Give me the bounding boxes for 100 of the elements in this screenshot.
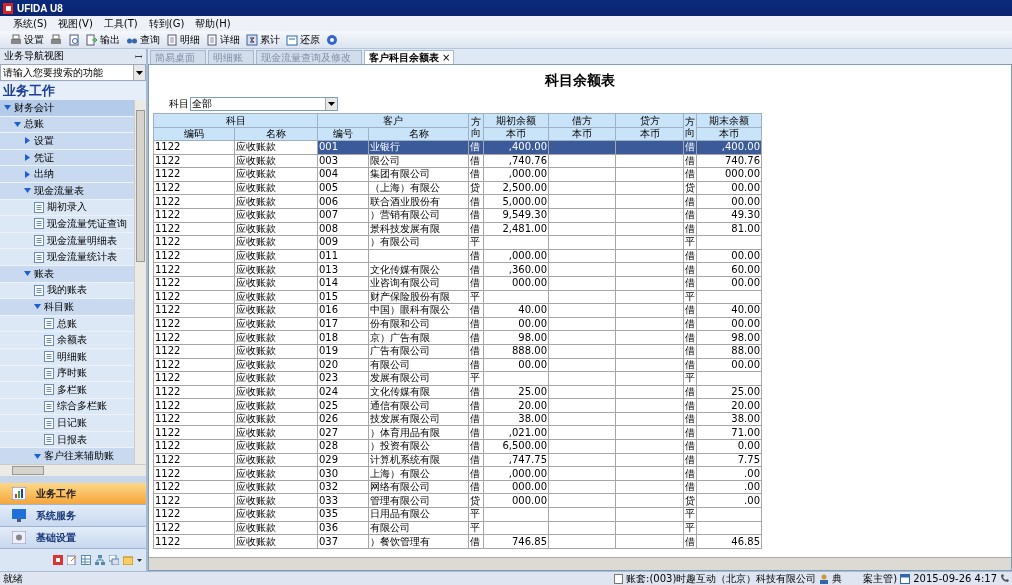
- table-cell: 000.00: [483, 480, 549, 494]
- grid-icon[interactable]: [81, 555, 91, 565]
- table-cell: 集团有限公司: [368, 167, 469, 182]
- tree-item[interactable]: 现金流量统计表: [0, 249, 134, 266]
- table-cell: 033: [317, 493, 369, 508]
- table-cell: 00.00: [696, 276, 762, 291]
- table-cell: ）餐饮管理有: [368, 534, 469, 549]
- toolbar-button[interactable]: 设置: [8, 32, 46, 47]
- table-cell: 028: [317, 439, 369, 454]
- tree-item[interactable]: 多栏账: [0, 382, 134, 399]
- restore-icon: [286, 33, 298, 46]
- dropdown-arrow-icon: [136, 70, 143, 75]
- table-cell: [483, 521, 549, 535]
- search-field[interactable]: 请输入您要搜索的功能: [0, 64, 146, 81]
- table-cell: [615, 330, 684, 345]
- table-cell: 1122: [153, 317, 235, 331]
- edit-icon[interactable]: [67, 555, 77, 565]
- table-cell: 文化传媒有限公: [368, 262, 469, 277]
- module-button[interactable]: 业务工作: [0, 483, 146, 505]
- table-cell: 应收账款: [234, 208, 318, 223]
- table-cell: 应收账款: [234, 330, 318, 345]
- scrollbar[interactable]: [0, 464, 146, 476]
- menu-item[interactable]: 系统(S): [10, 16, 56, 31]
- tree-item[interactable]: 余额表: [0, 332, 134, 349]
- menu-item[interactable]: 转到(G): [145, 16, 193, 31]
- document-icon: [44, 351, 54, 363]
- tree-item[interactable]: 现金流量凭证查询: [0, 216, 134, 233]
- table-cell: [696, 507, 762, 522]
- caret-icon[interactable]: [137, 558, 142, 562]
- table-cell: 49.30: [696, 208, 762, 223]
- table-cell: 88.00: [696, 344, 762, 358]
- table-cell: [615, 167, 684, 182]
- table-cell: ,000.00: [483, 466, 549, 481]
- module-button[interactable]: 系统服务: [0, 505, 146, 527]
- table-cell: 借: [468, 140, 484, 155]
- table-cell: ,360.00: [483, 262, 549, 277]
- tree-item[interactable]: 设置: [0, 133, 134, 150]
- table-cell: 013: [317, 262, 369, 277]
- pin-icon[interactable]: ꟷ: [135, 49, 142, 63]
- table-cell: 023: [317, 371, 369, 386]
- scrollbar[interactable]: [149, 557, 1011, 570]
- table-cell: 2,500.00: [483, 181, 549, 195]
- document-icon: [44, 401, 54, 412]
- table-cell: [696, 235, 762, 250]
- windows-icon[interactable]: [109, 555, 119, 565]
- table-cell: 借: [468, 398, 484, 413]
- table-cell: 1122: [153, 344, 235, 358]
- toolbar-button[interactable]: 还原: [284, 32, 322, 47]
- menu-item[interactable]: 视图(V): [55, 16, 101, 31]
- table-cell: 应收账款: [234, 181, 318, 195]
- table-cell: 借: [468, 317, 484, 331]
- tab[interactable]: 客户科目余额表 ×: [364, 50, 455, 64]
- table-cell: 借: [683, 222, 697, 236]
- folder-icon[interactable]: [123, 555, 133, 565]
- table-cell: 应收账款: [234, 358, 318, 372]
- toolbar-button[interactable]: 明细: [164, 32, 202, 47]
- table-cell: 借: [683, 154, 697, 168]
- table-cell: 借: [468, 154, 484, 168]
- tree-item[interactable]: 出纳: [0, 166, 134, 183]
- table-cell: .00: [696, 480, 762, 494]
- table-cell: 借: [468, 358, 484, 372]
- table-cell: [696, 371, 762, 386]
- toolbar-button[interactable]: 查询: [124, 32, 162, 47]
- table-cell: 00.00: [696, 317, 762, 331]
- document-icon: [34, 201, 44, 213]
- splitter-handle[interactable]: [0, 476, 146, 483]
- table-cell: 借: [683, 534, 697, 549]
- toolbar-button[interactable]: 累计: [244, 32, 282, 47]
- table-cell: 027: [317, 425, 369, 440]
- menu-item[interactable]: 工具(T): [100, 16, 146, 31]
- scrollbar[interactable]: [134, 100, 146, 464]
- table-cell: 1122: [153, 235, 235, 250]
- table-cell: 贷: [468, 493, 484, 508]
- table-cell: [548, 262, 616, 277]
- tree-item[interactable]: 客户往来辅助账: [0, 448, 134, 464]
- table-cell: [548, 290, 616, 304]
- help-icon[interactable]: [324, 32, 340, 47]
- preview-icon[interactable]: [66, 32, 82, 47]
- module-button[interactable]: 基础设置: [0, 527, 146, 549]
- user-text: 典: [832, 571, 843, 585]
- table-cell: [615, 154, 684, 168]
- toolbar-button[interactable]: 输出: [84, 32, 122, 47]
- table-cell: 借: [468, 385, 484, 399]
- hierarchy-icon[interactable]: [95, 555, 105, 565]
- table-cell: 平: [468, 507, 484, 522]
- stop-icon[interactable]: [53, 555, 63, 565]
- tree-item[interactable]: 科目账: [0, 299, 134, 316]
- table-cell: [615, 235, 684, 250]
- tree-item[interactable]: 财务会计: [0, 100, 134, 117]
- menu-item[interactable]: 帮助(H): [192, 16, 239, 31]
- column-header: 方向: [683, 113, 697, 141]
- print-icon[interactable]: [48, 32, 64, 47]
- toolbar-button[interactable]: 详细: [204, 32, 242, 47]
- table-cell: [615, 344, 684, 358]
- table-cell: [615, 222, 684, 236]
- table-cell: [615, 358, 684, 372]
- tree-item[interactable]: 日记账: [0, 415, 134, 432]
- table-cell: [548, 439, 616, 454]
- dropdown-arrow-icon: [328, 102, 335, 106]
- subject-dropdown[interactable]: 全部: [190, 97, 338, 111]
